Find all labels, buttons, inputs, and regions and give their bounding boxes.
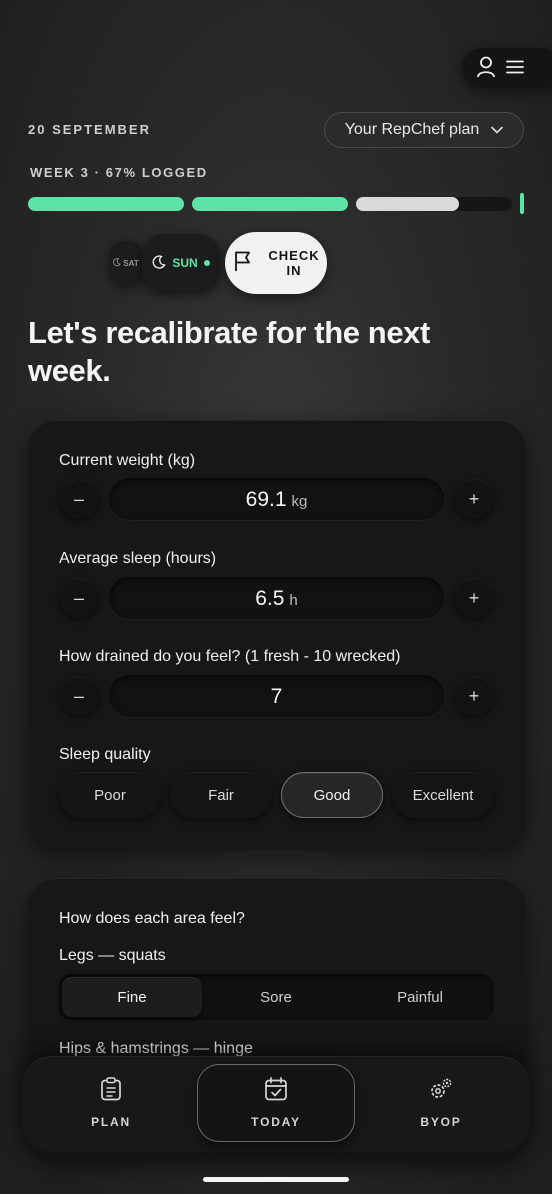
- week-progress-label: WEEK 3 · 67% LOGGED: [30, 165, 208, 180]
- day-chip-sat[interactable]: SAT: [110, 241, 142, 285]
- flag-icon: [233, 250, 253, 277]
- week-progress-bar: [28, 197, 514, 211]
- drained-value-field[interactable]: 7: [109, 675, 444, 717]
- sleep-quality-excellent[interactable]: Excellent: [392, 772, 494, 818]
- drained-label: How drained do you feel? (1 fresh - 10 w…: [59, 648, 401, 665]
- home-indicator: [203, 1177, 349, 1182]
- day-chip-sat-label: SAT: [123, 258, 139, 268]
- weight-stepper: – 69.1 kg +: [59, 478, 495, 520]
- weight-value-field[interactable]: 69.1 kg: [109, 478, 444, 520]
- legs-option-fine[interactable]: Fine: [62, 977, 202, 1017]
- legs-option-painful[interactable]: Painful: [350, 977, 490, 1017]
- legs-label: Legs — squats: [59, 947, 166, 964]
- active-day-dot: [203, 260, 210, 266]
- drained-increase-button[interactable]: +: [454, 676, 494, 716]
- weight-value: 69.1: [245, 488, 287, 511]
- sleep-quality-good[interactable]: Good: [281, 772, 383, 818]
- sleep-quality-poor[interactable]: Poor: [59, 772, 161, 818]
- weight-unit: kg: [291, 493, 308, 510]
- day-chip-sun-label: SUN: [172, 256, 198, 270]
- current-date: 20 SEPTEMBER: [28, 122, 151, 137]
- gears-icon: [429, 1077, 453, 1106]
- page-headline: Let's recalibrate for the next week.: [28, 315, 430, 388]
- nav-byop-label: BYOP: [420, 1115, 462, 1129]
- check-in-button[interactable]: CHECK IN: [225, 232, 327, 294]
- nav-plan-label: PLAN: [91, 1115, 131, 1129]
- bottom-navigation: PLAN TODAY BYOP: [22, 1056, 530, 1152]
- clipboard-icon: [100, 1077, 122, 1106]
- drained-stepper: – 7 +: [59, 675, 495, 717]
- day-chip-sun[interactable]: SUN: [142, 234, 220, 292]
- moon-icon: [113, 258, 122, 268]
- chevron-down-icon: [491, 121, 504, 139]
- nav-today-label: TODAY: [251, 1115, 301, 1129]
- weight-increase-button[interactable]: +: [454, 479, 494, 519]
- sleep-stepper: – 6.5 h +: [59, 577, 495, 619]
- calendar-check-icon: [264, 1077, 288, 1106]
- check-in-label: CHECK IN: [268, 248, 320, 278]
- legs-option-sore[interactable]: Sore: [206, 977, 346, 1017]
- plan-selector[interactable]: Your RepChef plan: [324, 112, 524, 148]
- sleep-label: Average sleep (hours): [59, 550, 217, 567]
- progress-segment-2: [192, 197, 348, 211]
- plan-selector-label: Your RepChef plan: [344, 121, 480, 138]
- progress-end-marker: [520, 193, 524, 214]
- moon-icon: [152, 254, 167, 272]
- nav-plan[interactable]: PLAN: [32, 1064, 190, 1142]
- metrics-card: Current weight (kg) – 69.1 kg + Average …: [28, 420, 526, 850]
- sleep-value-field[interactable]: 6.5 h: [109, 577, 444, 619]
- sleep-decrease-button[interactable]: –: [59, 578, 99, 618]
- sleep-quality-options: Poor Fair Good Excellent: [59, 772, 495, 818]
- sleep-quality-label: Sleep quality: [59, 746, 151, 763]
- account-menu-pill[interactable]: [462, 47, 552, 87]
- progress-segment-1: [28, 197, 184, 211]
- nav-byop[interactable]: BYOP: [362, 1064, 520, 1142]
- weight-decrease-button[interactable]: –: [59, 479, 99, 519]
- drained-value: 7: [270, 685, 283, 708]
- sleep-quality-fair[interactable]: Fair: [170, 772, 272, 818]
- sleep-unit: h: [289, 592, 298, 609]
- menu-icon[interactable]: [506, 60, 524, 74]
- nav-today[interactable]: TODAY: [197, 1064, 355, 1142]
- weight-label: Current weight (kg): [59, 452, 196, 469]
- sleep-increase-button[interactable]: +: [454, 578, 494, 618]
- area-feel-title: How does each area feel?: [59, 910, 245, 927]
- user-icon[interactable]: [476, 56, 496, 78]
- progress-segment-3: [356, 197, 512, 211]
- drained-decrease-button[interactable]: –: [59, 676, 99, 716]
- sleep-value: 6.5: [255, 587, 285, 610]
- legs-feel-selector: Fine Sore Painful: [59, 974, 493, 1020]
